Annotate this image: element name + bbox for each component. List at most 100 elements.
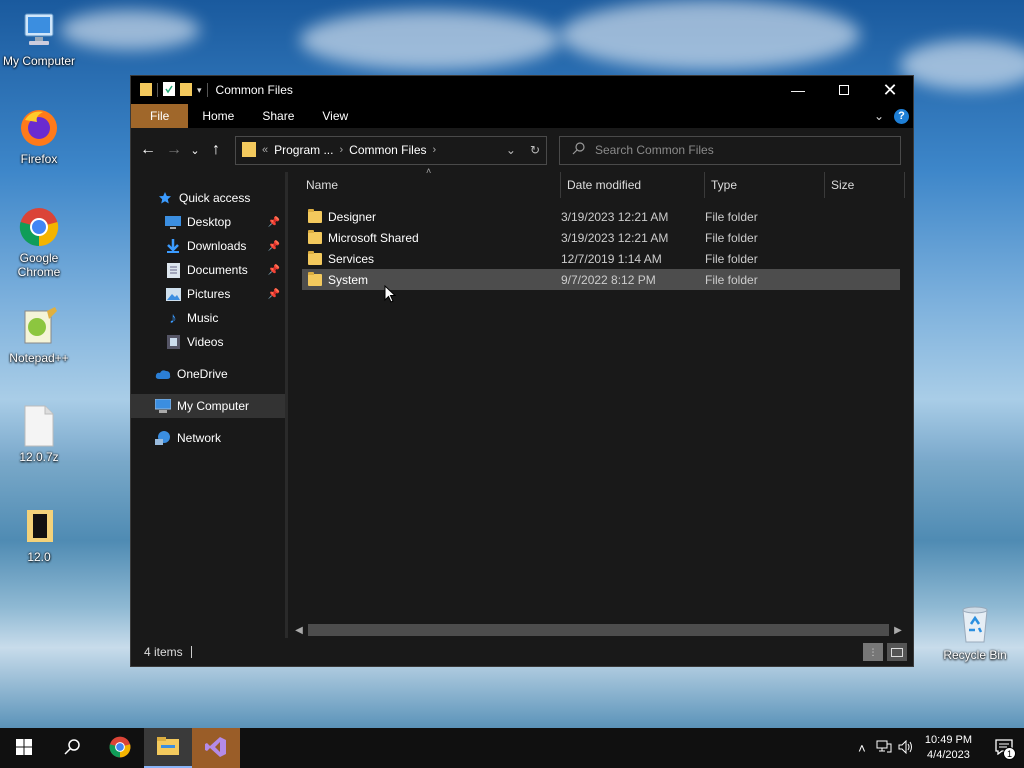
network-status-icon[interactable] xyxy=(873,740,895,757)
status-bar: 4 items ⋮ xyxy=(131,638,913,666)
column-header-label: Date modified xyxy=(567,178,642,192)
horizontal-scrollbar[interactable]: ◀ ▶ xyxy=(292,622,905,638)
details-view-button[interactable]: ⋮ xyxy=(863,643,883,661)
desktop-icon-archive[interactable]: 12.0.7z xyxy=(1,404,77,464)
refresh-icon[interactable]: ↻ xyxy=(530,143,540,157)
table-row[interactable]: Designer 3/19/2023 12:21 AM File folder xyxy=(302,206,900,227)
large-icons-view-button[interactable] xyxy=(887,643,907,661)
breadcrumb-segment[interactable]: Program ... xyxy=(274,143,333,157)
file-list-pane: ˄ Name Date modified Type Size Designer … xyxy=(288,166,913,638)
desktop-icon-notepadpp[interactable]: Notepad++ xyxy=(1,305,77,365)
forward-button[interactable]: → xyxy=(161,137,187,163)
scroll-right-icon[interactable]: ▶ xyxy=(891,625,905,636)
pictures-icon xyxy=(165,286,181,302)
address-overflow[interactable]: « xyxy=(262,144,268,156)
sidebar-item-documents[interactable]: Documents 📌 xyxy=(131,258,288,282)
pin-icon[interactable]: 📌 xyxy=(268,289,280,300)
help-icon[interactable]: ? xyxy=(894,108,909,124)
chevron-right-icon[interactable]: › xyxy=(339,144,343,156)
desktop-icon-recycle-bin[interactable]: Recycle Bin xyxy=(937,602,1013,662)
taskbar-chrome-button[interactable] xyxy=(96,728,144,768)
arrow-left-icon: ← xyxy=(140,141,156,158)
search-button[interactable] xyxy=(48,728,96,768)
column-header-date-modified[interactable]: Date modified xyxy=(561,172,705,198)
search-box xyxy=(559,135,901,165)
search-input[interactable] xyxy=(595,143,875,157)
expand-ribbon-icon[interactable]: ⌄ xyxy=(874,109,884,123)
column-header-name[interactable]: ˄ Name xyxy=(288,166,561,198)
address-bar[interactable]: « Program ... › Common Files › ⌄ ↻ xyxy=(235,135,547,165)
divider xyxy=(190,646,192,658)
content-area: Quick access Desktop 📌 Downloads 📌 Docum… xyxy=(131,166,913,638)
start-button[interactable] xyxy=(0,728,48,768)
sidebar-item-downloads[interactable]: Downloads 📌 xyxy=(131,234,288,258)
action-center-button[interactable]: 1 xyxy=(984,728,1024,768)
maximize-icon xyxy=(839,85,849,95)
up-button[interactable]: ↑ xyxy=(203,137,229,163)
desktop-icon xyxy=(165,214,181,230)
tab-home[interactable]: Home xyxy=(188,104,248,128)
desktop-icon-folder[interactable]: 12.0 xyxy=(1,504,77,564)
tab-share[interactable]: Share xyxy=(248,104,308,128)
taskbar-file-explorer-button[interactable] xyxy=(144,728,192,768)
maximize-button[interactable] xyxy=(821,76,867,104)
clock-time: 10:49 PM xyxy=(924,734,972,746)
desktop-icon-my-computer[interactable]: My Computer xyxy=(1,8,77,68)
column-header-type[interactable]: Type xyxy=(705,172,825,198)
sidebar-item-pictures[interactable]: Pictures 📌 xyxy=(131,282,288,306)
file-name: Designer xyxy=(328,209,377,224)
search-icon xyxy=(64,738,80,758)
quick-access-toolbar: ▾ xyxy=(131,81,208,99)
scroll-left-icon[interactable]: ◀ xyxy=(292,625,306,636)
address-history-icon[interactable]: ⌄ xyxy=(506,143,516,157)
navigation-pane: Quick access Desktop 📌 Downloads 📌 Docum… xyxy=(131,172,288,638)
tab-view[interactable]: View xyxy=(308,104,362,128)
column-header-size[interactable]: Size xyxy=(825,172,905,198)
taskbar-visual-studio-button[interactable] xyxy=(192,728,240,768)
recent-locations-button[interactable]: ⌄ xyxy=(187,137,203,163)
chevron-up-icon[interactable]: ˄ xyxy=(851,741,873,756)
desktop-icon-chrome[interactable]: Google Chrome xyxy=(1,205,77,279)
file-date: 3/19/2023 12:21 AM xyxy=(561,209,669,224)
sidebar-item-desktop[interactable]: Desktop 📌 xyxy=(131,210,288,234)
folder-icon xyxy=(242,141,256,160)
item-count: 4 items xyxy=(144,645,183,659)
file-type: File folder xyxy=(705,251,758,266)
large-icons-view-icon xyxy=(891,647,903,657)
new-folder-icon[interactable] xyxy=(180,82,192,99)
table-row[interactable]: Services 12/7/2019 1:14 AM File folder xyxy=(302,248,900,269)
chevron-right-icon[interactable]: › xyxy=(433,144,437,156)
search-icon xyxy=(572,142,585,158)
pin-icon[interactable]: 📌 xyxy=(268,241,280,252)
close-button[interactable]: ✕ xyxy=(867,76,913,104)
sidebar-item-music[interactable]: ♪ Music xyxy=(131,306,288,330)
customize-toolbar-icon[interactable]: ▾ xyxy=(197,85,202,96)
navigation-bar: ← → ⌄ ↑ « Program ... › Common Files › ⌄… xyxy=(131,128,913,172)
minimize-icon: — xyxy=(791,82,805,98)
videos-icon xyxy=(165,334,181,350)
file-explorer-window: ▾ Common Files — ✕ File Home Share View … xyxy=(130,75,914,667)
close-icon: ✕ xyxy=(882,79,898,100)
tab-file[interactable]: File xyxy=(131,104,189,128)
system-clock[interactable]: 10:49 PM 4/4/2023 xyxy=(917,733,984,763)
breadcrumb-segment[interactable]: Common Files xyxy=(349,143,426,157)
properties-icon[interactable] xyxy=(163,81,175,99)
scrollbar-thumb[interactable] xyxy=(308,624,889,636)
sidebar-item-videos[interactable]: Videos xyxy=(131,330,288,354)
sidebar-item-label: Documents xyxy=(187,263,248,277)
pin-icon[interactable]: 📌 xyxy=(268,217,280,228)
minimize-button[interactable]: — xyxy=(775,76,821,104)
sidebar-item-onedrive[interactable]: OneDrive xyxy=(131,362,288,386)
back-button[interactable]: ← xyxy=(135,137,161,163)
sidebar-item-quick-access[interactable]: Quick access xyxy=(131,186,288,210)
desktop-icon-firefox[interactable]: Firefox xyxy=(1,106,77,166)
file-type: File folder xyxy=(705,272,758,287)
sort-ascending-icon: ˄ xyxy=(426,166,432,176)
volume-icon[interactable] xyxy=(895,739,917,757)
notepadpp-icon xyxy=(17,305,61,349)
file-icon xyxy=(17,404,61,448)
pin-icon[interactable]: 📌 xyxy=(268,265,280,276)
sidebar-item-network[interactable]: Network xyxy=(131,426,288,450)
sidebar-item-my-computer[interactable]: My Computer xyxy=(131,394,288,418)
table-row[interactable]: Microsoft Shared 3/19/2023 12:21 AM File… xyxy=(302,227,900,248)
